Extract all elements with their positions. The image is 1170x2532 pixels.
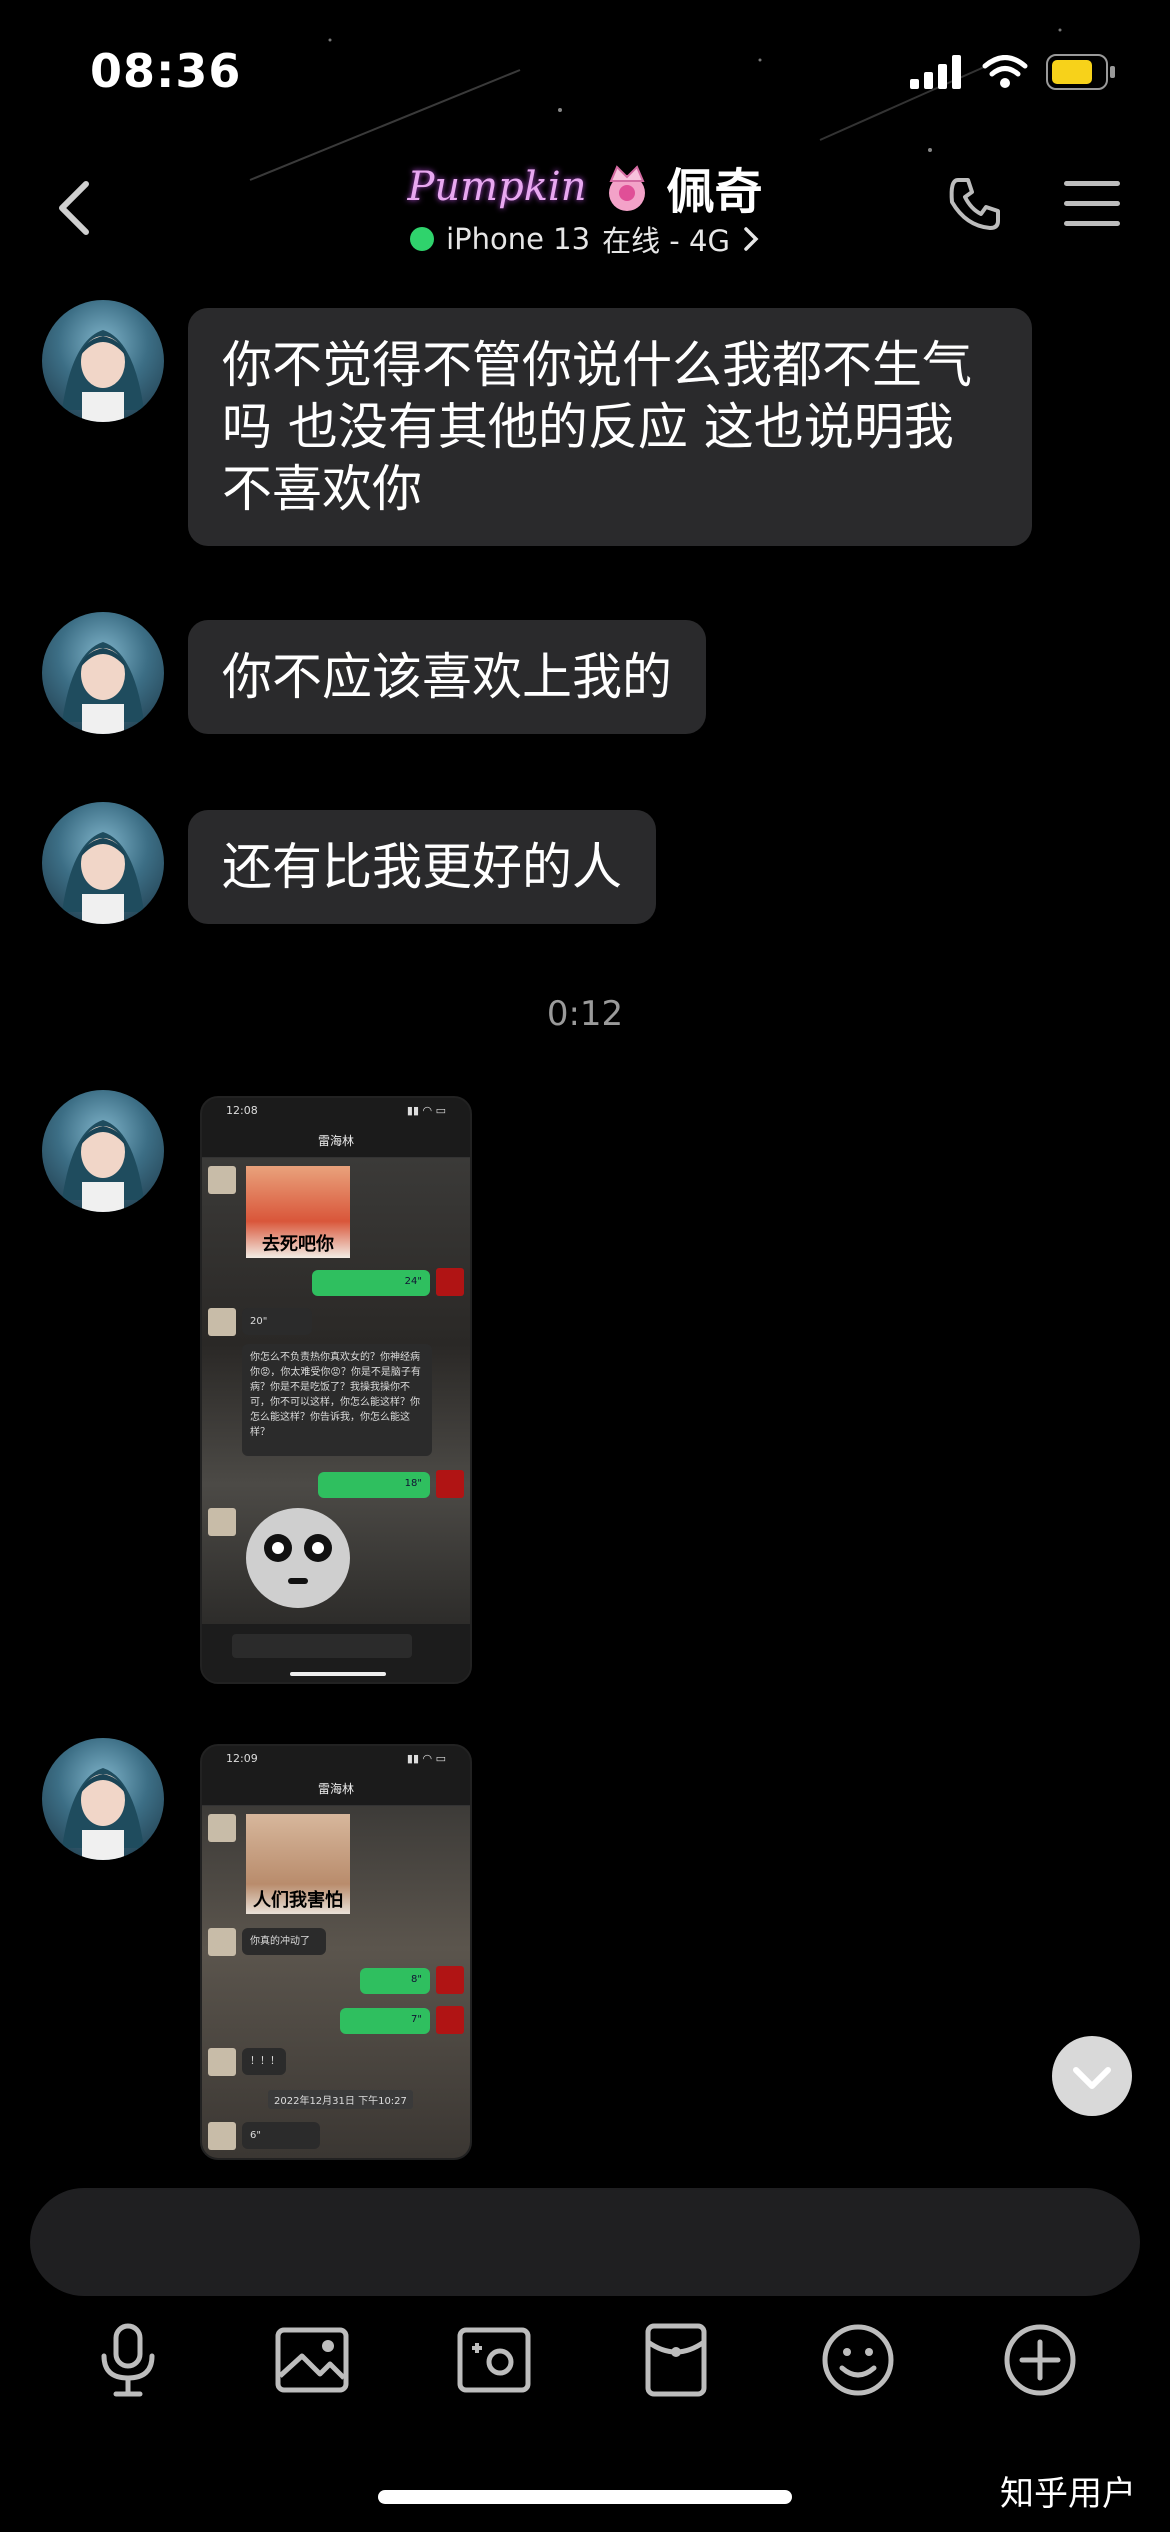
zhihu-watermark: 知乎用户 (1000, 2474, 1136, 2514)
status-time: 08:36 (90, 44, 242, 98)
battery-icon (1046, 54, 1115, 90)
anime-avatar-icon (62, 642, 144, 734)
voice-duration: 20" (250, 1316, 268, 1327)
camera-icon[interactable] (454, 2320, 534, 2400)
header-actions (944, 174, 1120, 234)
menu-icon[interactable] (1064, 179, 1120, 229)
message-input[interactable] (30, 2188, 1140, 2296)
chevron-right-icon (744, 227, 759, 251)
voice-duration: 8" (411, 1974, 422, 1985)
anime-avatar-icon (62, 832, 144, 924)
mini-status-icons: ▮▮ ◠ ▭ (406, 1104, 446, 1117)
mini-avatar (208, 1928, 236, 1956)
mini-contact-name: 雷海林 (317, 1134, 354, 1148)
message-text: 你不觉得不管你说什么我都不生气吗 也没有其他的反应 这也说明我不喜欢你 (222, 336, 972, 518)
status-icons (910, 52, 1116, 92)
home-indicator[interactable] (378, 2490, 792, 2504)
voice-duration: 24" (404, 1276, 422, 1287)
anime-avatar-icon (62, 1768, 144, 1860)
voice-bubble: 20" (242, 1308, 312, 1335)
chat-header: Pumpkin 佩奇 iPhone 13 在线 - 4G (0, 140, 1170, 280)
contact-avatar[interactable] (42, 802, 164, 924)
message-bubble[interactable]: 你不应该喜欢上我的 (188, 620, 706, 734)
chat-screen: 08:36 Pumpkin 佩奇 iPhone 13 在线 - 4G 你不觉得不… (0, 0, 1170, 2532)
mini-avatar (208, 2048, 236, 2076)
photo-icon[interactable] (272, 2320, 352, 2400)
mini-avatar (208, 1814, 236, 1842)
meme-caption: 去死吧你 (262, 1234, 334, 1255)
mini-status-bar: 12:09 ▮▮ ◠ ▭ (202, 1746, 470, 1772)
mini-avatar-self (436, 1268, 464, 1296)
chat-toolbar (0, 2320, 1170, 2410)
microphone-icon[interactable] (88, 2320, 168, 2400)
message-timestamp: 0:12 (546, 994, 624, 1034)
pumpkin-logo: Pumpkin (407, 164, 587, 210)
mini-avatar-self (436, 2006, 464, 2034)
mini-avatar-self (436, 1966, 464, 1994)
long-text-bubble: 你怎么不负责热你真欢女的？你神经病你😡，你太难受你😡？你是不是脑子有病？你是不是… (242, 1344, 432, 1456)
anime-avatar-icon (62, 1120, 144, 1212)
meme-face-icon (264, 1534, 332, 1584)
mini-avatar (208, 1508, 236, 1536)
mini-chat-header: 雷海林 (202, 1124, 470, 1158)
contact-avatar[interactable] (42, 1738, 164, 1860)
meme-image: 去死吧你 (246, 1166, 350, 1258)
text-bubble: ！！！ (242, 2048, 286, 2075)
cellular-signal-icon (910, 55, 961, 89)
mini-chat-body: 去死吧你 24" 20" 你怎么不负责热你真欢女的？你神经病你😡，你太难受你😡？… (202, 1158, 470, 1624)
voice-bubble: 6" (242, 2122, 320, 2149)
text-content: ！！！ (250, 2056, 280, 2067)
voice-bubble: 8" (360, 1968, 430, 1994)
message-bubble[interactable]: 你不觉得不管你说什么我都不生气吗 也没有其他的反应 这也说明我不喜欢你 (188, 308, 1032, 546)
message-text: 还有比我更好的人 (222, 838, 622, 896)
mini-avatar-self (436, 1470, 464, 1498)
mini-avatar (208, 2122, 236, 2150)
meme-caption: 人们我害怕 (253, 1890, 343, 1911)
text-bubble: 你真的冲动了 (242, 1928, 326, 1955)
phone-call-icon[interactable] (944, 174, 1004, 234)
long-text: 你怎么不负责热你真欢女的？你神经病你😡，你太难受你😡？你是不是脑子有病？你是不是… (250, 1352, 421, 1438)
voice-duration: 18" (404, 1478, 422, 1489)
connection-status: 在线 - 4G (602, 224, 730, 258)
mini-avatar (208, 1166, 236, 1194)
voice-bubble: 24" (312, 1270, 430, 1296)
mini-status-icons: ▮▮ ◠ ▭ (406, 1752, 446, 1765)
red-packet-icon[interactable] (636, 2320, 716, 2400)
mini-avatar (208, 1308, 236, 1336)
mini-chat-body: 人们我害怕 你真的冲动了 8" 7" ！！！ 2022年12月31日 下午10:… (202, 1806, 470, 2158)
voice-bubble: 7" (340, 2008, 430, 2034)
voice-duration: 6" (250, 2130, 261, 2141)
emoji-icon[interactable] (818, 2320, 898, 2400)
meme-face-image (246, 1508, 350, 1608)
mini-status-bar: 12:08 ▮▮ ◠ ▭ (202, 1098, 470, 1124)
contact-avatar[interactable] (42, 1090, 164, 1212)
mini-contact-name: 雷海林 (317, 1782, 354, 1796)
add-plus-icon[interactable] (1000, 2320, 1080, 2400)
anime-avatar-icon (62, 330, 144, 422)
contact-name: 佩奇 (666, 164, 763, 220)
pink-crown-icon (608, 165, 645, 211)
mini-date-label: 2022年12月31日 下午10:27 (268, 2090, 413, 2109)
message-text: 你不应该喜欢上我的 (222, 648, 672, 706)
message-bubble[interactable]: 还有比我更好的人 (188, 810, 656, 924)
mini-input-bar (202, 1624, 470, 1682)
chevron-down-icon (1073, 2067, 1111, 2089)
scroll-to-bottom-button[interactable] (1052, 2036, 1132, 2116)
contact-avatar[interactable] (42, 612, 164, 734)
online-dot-icon (410, 227, 435, 251)
contact-avatar[interactable] (42, 300, 164, 422)
mini-time: 12:08 (226, 1104, 258, 1117)
meme-image: 人们我害怕 (246, 1814, 350, 1914)
device-name: iPhone 13 (446, 222, 591, 256)
wifi-icon (982, 55, 1028, 88)
status-bar: 08:36 (0, 0, 1170, 140)
voice-duration: 7" (411, 2014, 422, 2025)
voice-bubble: 18" (318, 1472, 430, 1498)
mini-time: 12:09 (226, 1752, 258, 1765)
image-message-screenshot[interactable]: 12:09 ▮▮ ◠ ▭ 雷海林 人们我害怕 你真的冲动了 8" 7" ！！！ 2… (200, 1744, 472, 2160)
text-content: 你真的冲动了 (250, 1936, 310, 1947)
image-message-screenshot[interactable]: 12:08 ▮▮ ◠ ▭ 雷海林 去死吧你 24" 20" 你怎么不负责热你真欢女… (200, 1096, 472, 1684)
mini-chat-header: 雷海林 (202, 1772, 470, 1806)
